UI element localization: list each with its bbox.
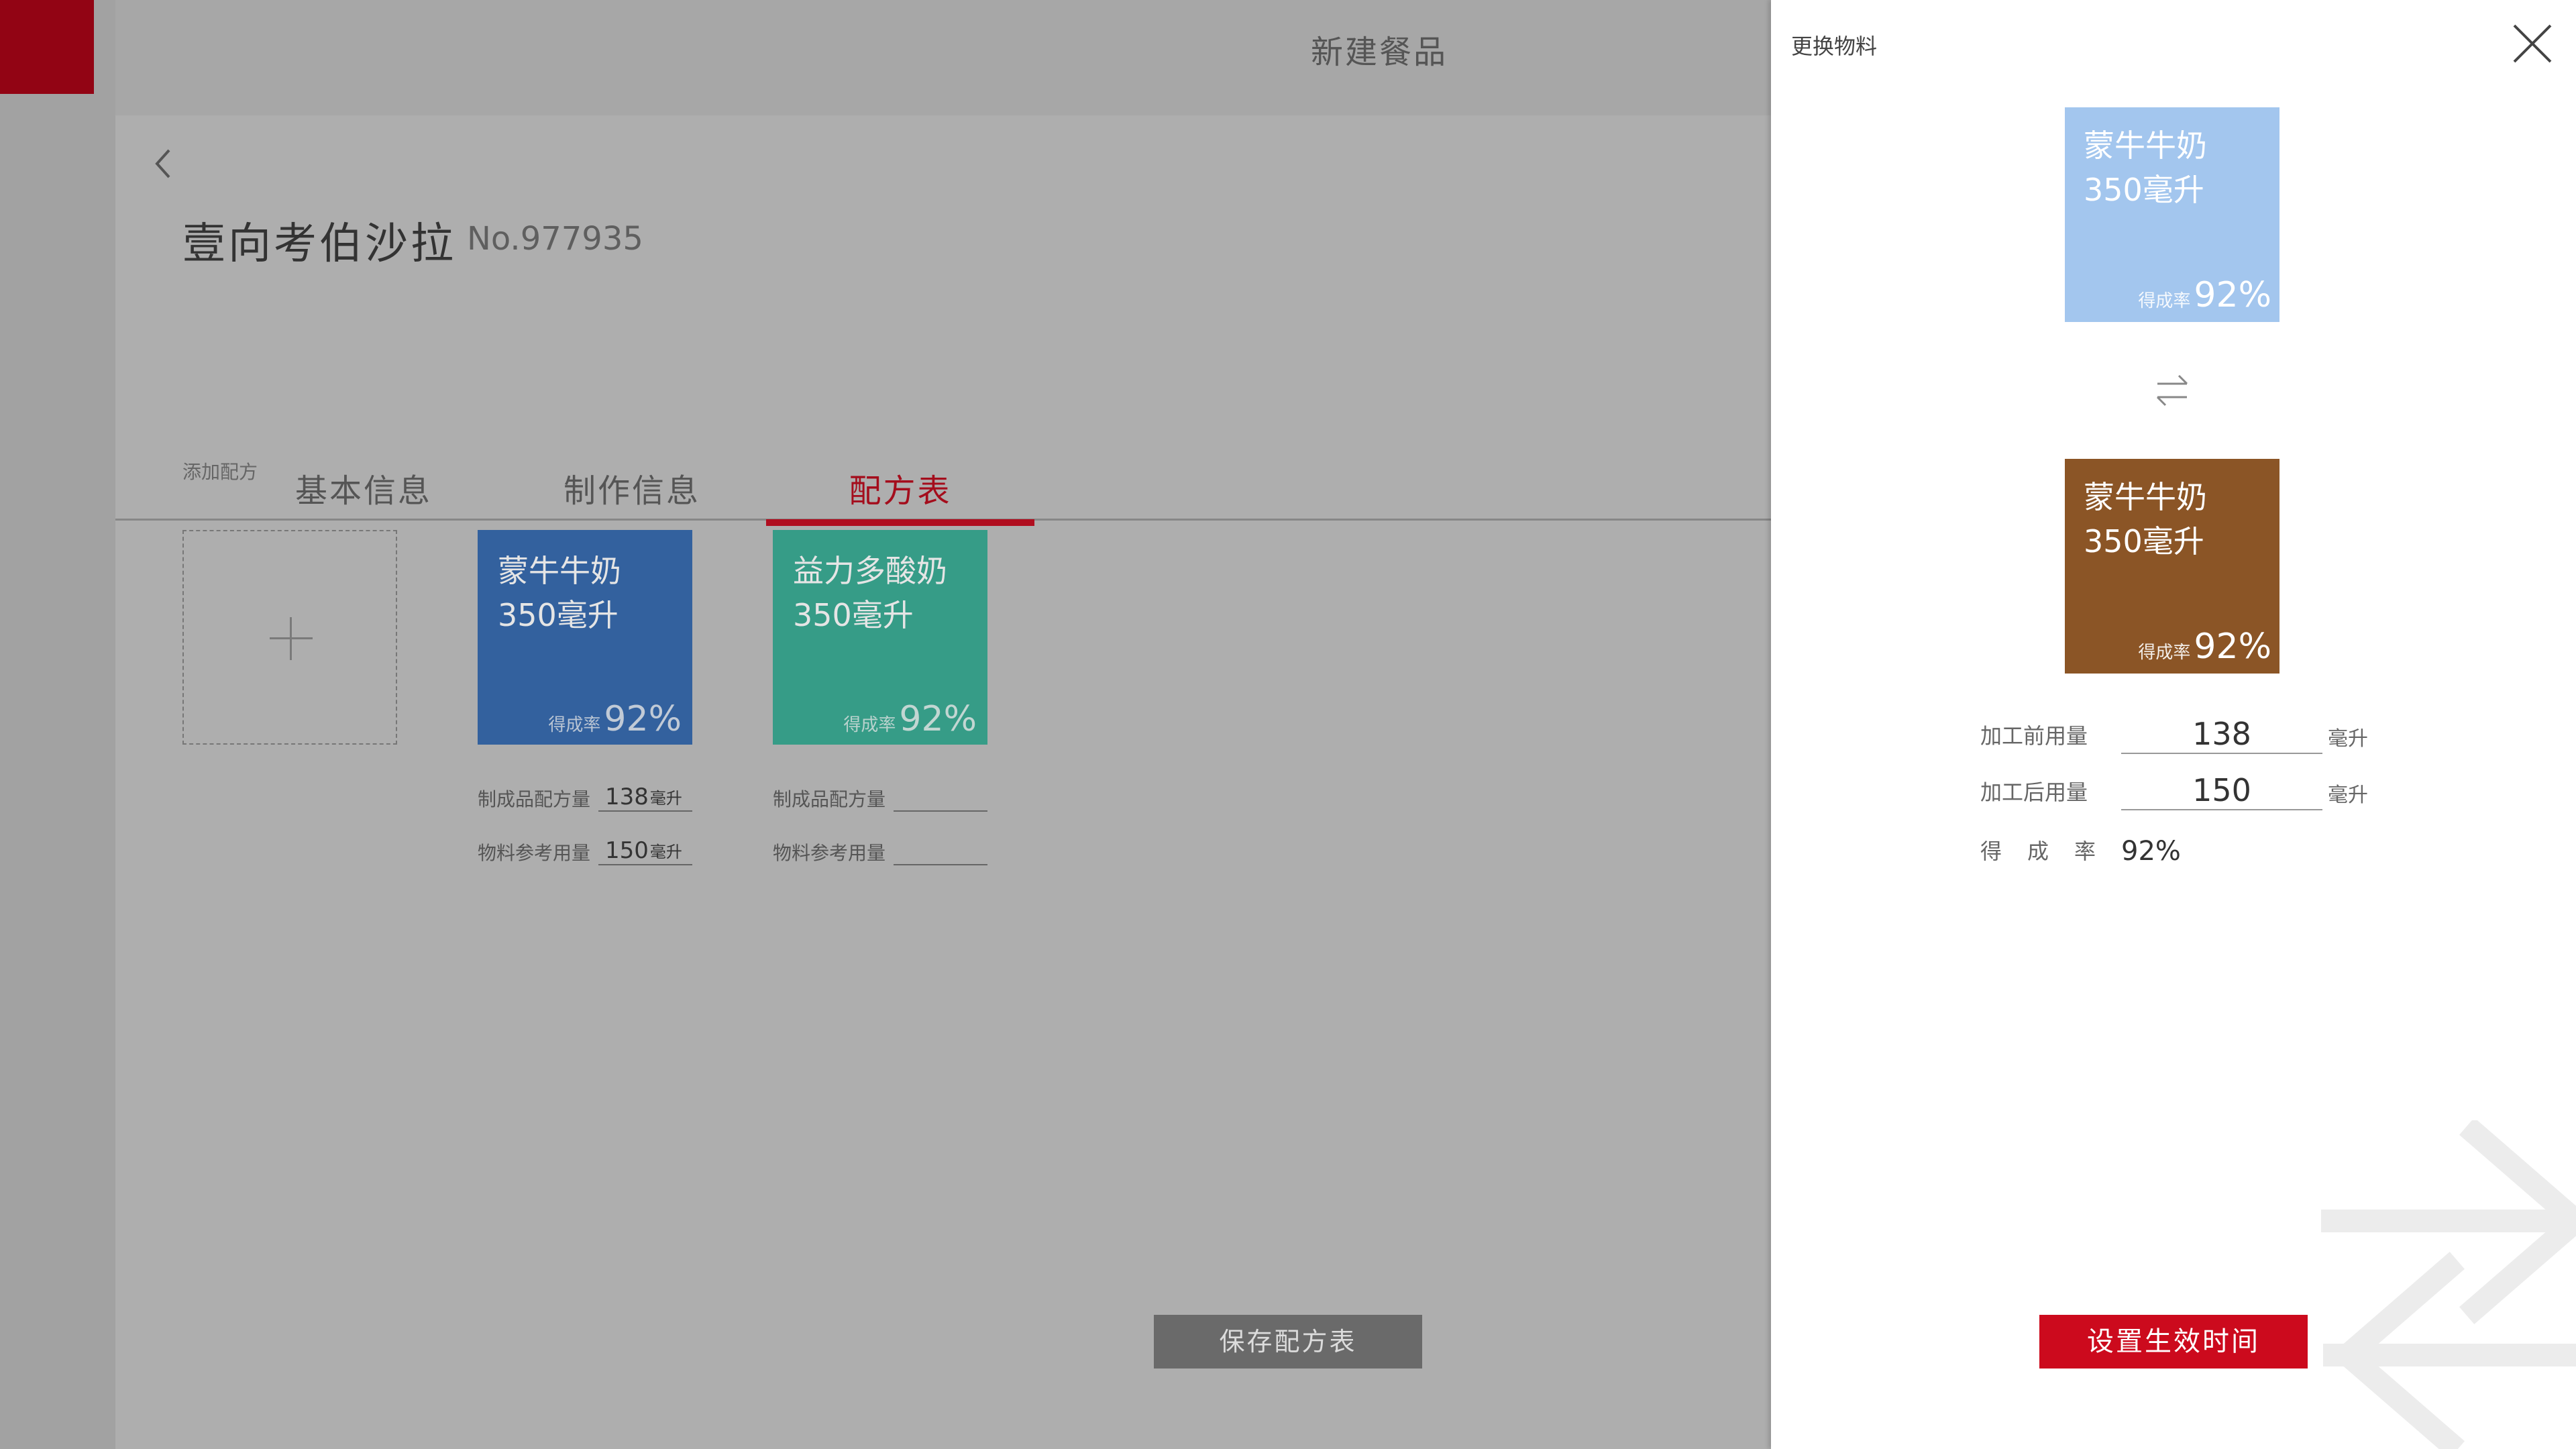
dish-number: No.977935 [467, 220, 643, 258]
drawer-title: 更换物料 [1791, 34, 1878, 59]
reference-amount-row: 物料参考用量 150 毫升 [478, 832, 692, 865]
after-processing-row: 加工后用量 150 毫升 [1980, 770, 2368, 810]
replacement-material-card[interactable]: 蒙牛牛奶 350毫升 得成率 92% [2065, 459, 2279, 674]
chevron-left-icon[interactable] [140, 140, 188, 188]
current-material-card: 蒙牛牛奶 350毫升 得成率 92% [2065, 107, 2279, 322]
swap-watermark-icon [2321, 1120, 2576, 1449]
set-effective-time-button[interactable]: 设置生效时间 [2039, 1315, 2308, 1368]
after-processing-input[interactable]: 150 [2121, 770, 2322, 810]
reference-amount-row: 物料参考用量 [773, 832, 987, 865]
recipe-amount-field[interactable]: 138 毫升 [598, 778, 692, 812]
top-bar: 新建餐品 [115, 0, 1771, 115]
add-recipe-label: 添加配方 [182, 461, 258, 483]
close-icon[interactable] [2509, 20, 2556, 67]
app-root: 新建餐品 壹向考伯沙拉 No.977935 基本信息 制作信息 配方表 添加配方… [0, 0, 2576, 1449]
yield-rate-value: 92% [2121, 836, 2181, 867]
replace-material-drawer: 更换物料 蒙牛牛奶 350毫升 得成率 92% 蒙牛牛奶 350毫升 得成率 9… [1771, 0, 2576, 1449]
material-card-yakult[interactable]: 益力多酸奶 350毫升 得成率 92% [773, 530, 987, 745]
yield-rate: 得成率 92% [2138, 275, 2271, 315]
recipe-amount-field[interactable] [894, 778, 987, 812]
save-recipe-button[interactable]: 保存配方表 [1154, 1315, 1422, 1368]
recipe-amount-row: 制成品配方量 138 毫升 [478, 778, 692, 812]
material-name: 蒙牛牛奶 350毫升 [498, 553, 621, 633]
yield-rate-row: 得成率 92% [1980, 829, 2181, 869]
yield-rate: 得成率 92% [843, 699, 977, 739]
add-recipe-tile[interactable] [182, 530, 397, 745]
material-card-mengniu-milk[interactable]: 蒙牛牛奶 350毫升 得成率 92% [478, 530, 692, 745]
swap-icon [2156, 374, 2188, 407]
dish-name: 壹向考伯沙拉 [182, 219, 456, 269]
tab-bar: 基本信息 制作信息 配方表 [115, 451, 1771, 526]
brand-logo [0, 0, 94, 94]
reference-amount-field[interactable] [894, 832, 987, 865]
main-panel: 壹向考伯沙拉 No.977935 基本信息 制作信息 配方表 添加配方 蒙牛牛奶… [115, 115, 1771, 1449]
recipe-amount-row: 制成品配方量 [773, 778, 987, 812]
tab-recipe[interactable]: 配方表 [766, 464, 1034, 526]
yield-rate: 得成率 92% [2138, 627, 2271, 667]
before-processing-input[interactable]: 138 [2121, 714, 2322, 754]
yield-rate: 得成率 92% [548, 699, 682, 739]
material-name: 益力多酸奶 350毫升 [793, 553, 947, 633]
tab-production-info[interactable]: 制作信息 [498, 464, 766, 521]
before-processing-row: 加工前用量 138 毫升 [1980, 714, 2368, 754]
tab-basic-info[interactable]: 基本信息 [229, 464, 498, 521]
reference-amount-field[interactable]: 150 毫升 [598, 832, 692, 865]
left-rail [0, 0, 115, 1449]
